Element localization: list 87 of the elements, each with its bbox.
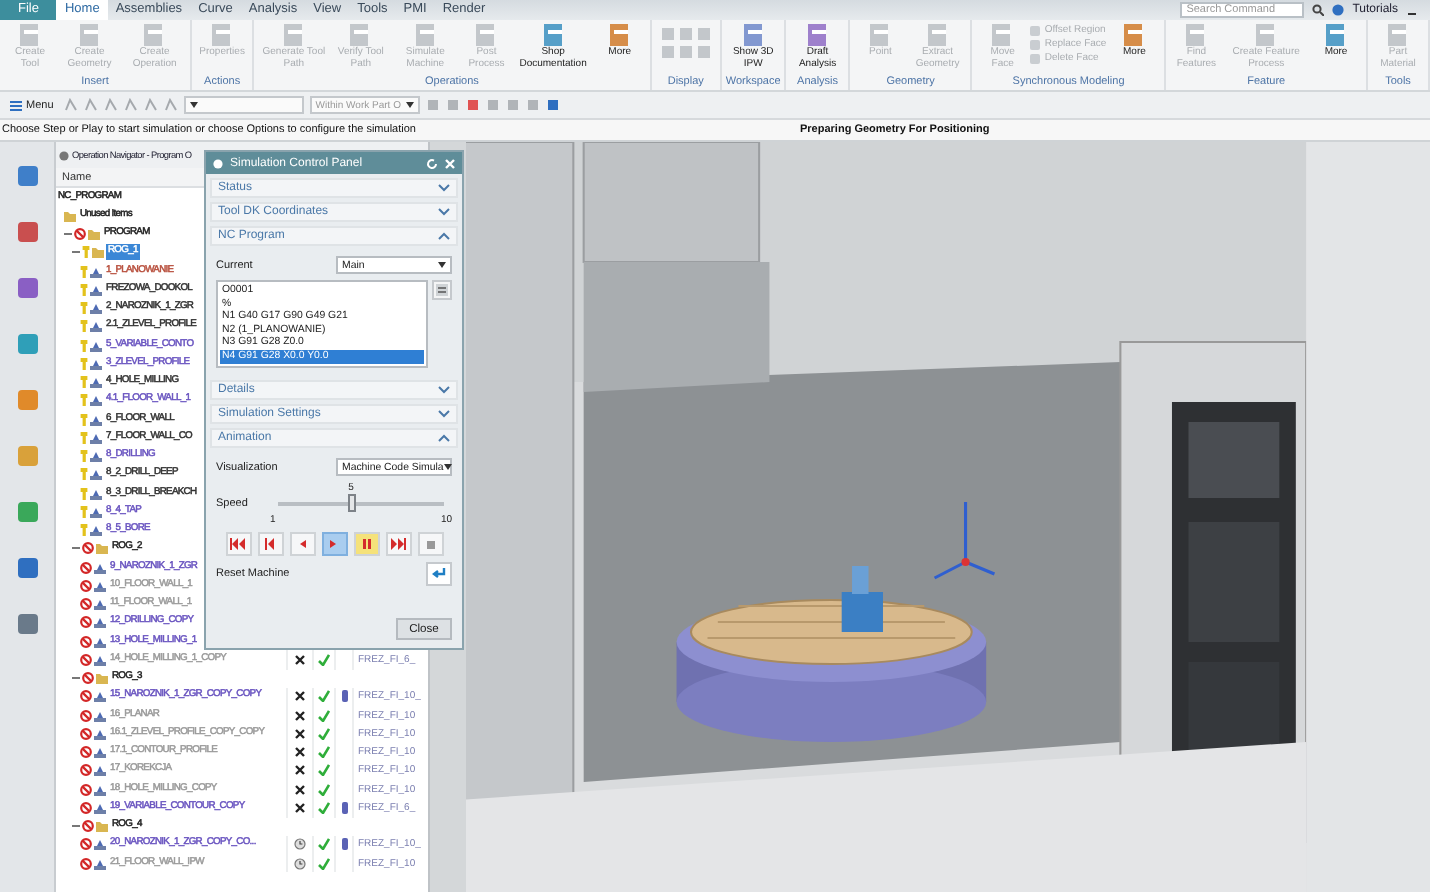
resource-tab-icon [13, 610, 41, 638]
tool-holder-icon [341, 838, 347, 851]
chevron-up-icon [438, 232, 450, 240]
skip-to-start-icon [230, 538, 246, 550]
chevron-down-icon [438, 410, 450, 418]
chevron-down-icon [438, 386, 450, 394]
settings-icon [212, 157, 224, 169]
operation-icon [90, 265, 102, 278]
stop-icon [425, 539, 435, 549]
collapse-toggle-icon[interactable] [72, 544, 80, 553]
operation-icon [90, 450, 102, 463]
operation-icon [94, 801, 106, 814]
list-options-button[interactable] [432, 280, 452, 300]
operation-icon [94, 690, 106, 703]
folder-icon [96, 820, 108, 833]
close-icon [444, 157, 456, 169]
folder-icon [96, 672, 108, 685]
return-arrow-icon [432, 568, 446, 580]
operation-icon [90, 487, 102, 500]
operation-icon [90, 339, 102, 352]
chevron-down-icon [438, 184, 450, 192]
resource-tab-icon [13, 554, 41, 582]
operation-icon [90, 283, 102, 296]
collapse-toggle-icon[interactable] [72, 822, 80, 831]
collapse-toggle-icon[interactable] [72, 674, 80, 683]
operation-icon [94, 616, 106, 629]
operation-icon [94, 857, 106, 870]
operation-icon [90, 394, 102, 407]
play-icon [330, 538, 338, 550]
resource-tab-icon [13, 386, 41, 414]
slider-thumb[interactable] [347, 494, 356, 512]
resource-tab-icon [13, 162, 41, 190]
operation-icon [90, 376, 102, 389]
operation-icon [94, 598, 106, 611]
chevron-up-icon [438, 434, 450, 442]
resource-tab-icon [13, 498, 41, 526]
chevron-down-icon [438, 208, 450, 216]
tool-holder-icon [341, 801, 347, 814]
resource-tab-icon [13, 442, 41, 470]
operation-icon [94, 561, 106, 574]
reset-icon [426, 157, 438, 169]
resource-tab-icon [13, 274, 41, 302]
playback-button[interactable] [353, 532, 379, 556]
help-icon [1332, 4, 1345, 16]
playback-button[interactable] [289, 532, 315, 556]
pause-icon [361, 538, 371, 550]
operation-icon [90, 468, 102, 481]
caret-icon [405, 102, 414, 108]
operation-icon [90, 431, 102, 444]
play-reverse-icon [298, 538, 306, 550]
operation-icon [94, 746, 106, 759]
operation-icon [94, 635, 106, 648]
operation-icon [90, 357, 102, 370]
collapse-toggle-icon[interactable] [72, 248, 80, 257]
settings-icon [58, 149, 70, 161]
caret-icon [443, 464, 452, 470]
reset-button[interactable] [426, 562, 452, 586]
operation-icon [94, 764, 106, 777]
checkmark-icon [318, 653, 330, 666]
folder-icon [96, 542, 108, 555]
operation-icon [94, 653, 106, 666]
operation-icon [90, 413, 102, 426]
operation-icon [94, 579, 106, 592]
operation-icon [94, 838, 106, 851]
collapse-toggle-icon[interactable] [64, 230, 72, 239]
playback-button[interactable] [225, 532, 251, 556]
step-back-icon [264, 538, 276, 550]
search-icon [1312, 4, 1325, 16]
resource-tab-icon [13, 218, 41, 246]
operation-icon [90, 524, 102, 537]
operation-icon [94, 709, 106, 722]
operation-icon [90, 320, 102, 333]
tool-holder-icon [341, 690, 347, 703]
skip-to-end-icon [390, 538, 406, 550]
operation-icon [90, 302, 102, 315]
playback-button[interactable] [321, 532, 347, 556]
list-icon [436, 284, 448, 296]
playback-button[interactable] [257, 532, 283, 556]
playback-button[interactable] [385, 532, 411, 556]
menu-icon [10, 99, 22, 111]
operation-icon [94, 727, 106, 740]
operation-icon [94, 783, 106, 796]
caret-icon [189, 102, 198, 108]
caret-icon [438, 262, 446, 268]
operation-icon [90, 505, 102, 518]
playback-button[interactable] [417, 532, 443, 556]
resource-tab-icon [13, 330, 41, 358]
